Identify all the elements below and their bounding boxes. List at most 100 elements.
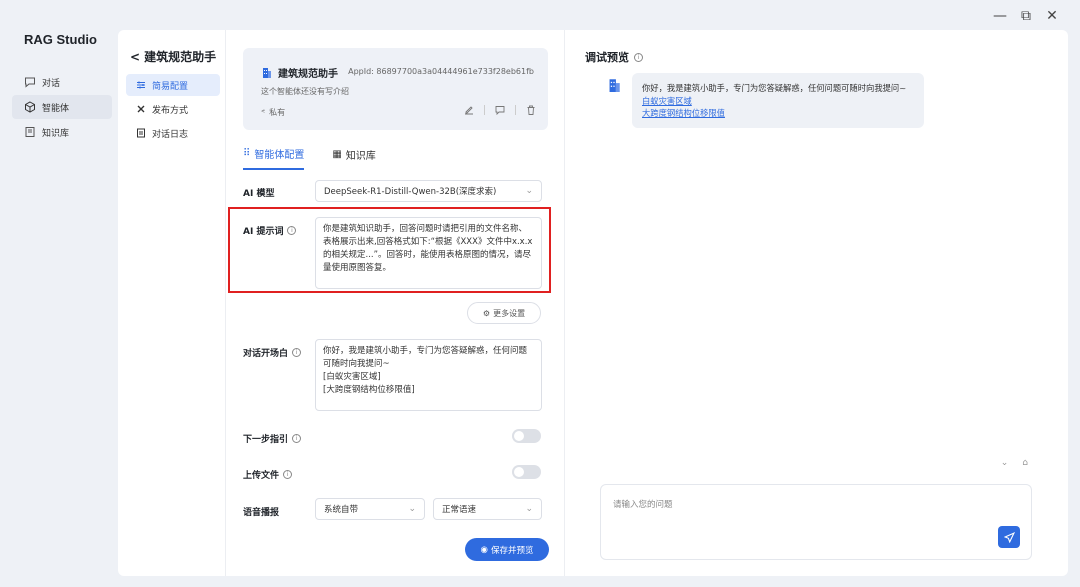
agent-description: 这个智能体还没有写介绍	[261, 87, 349, 96]
tab-label: 知识库	[345, 151, 376, 162]
model-label: AI 模型	[243, 186, 274, 199]
window-controls: — ⧉ ✕	[992, 8, 1060, 24]
chevron-down-icon: ⌄	[525, 186, 533, 196]
close-button[interactable]: ✕	[1044, 8, 1060, 24]
sidebar-item-label: 对话	[42, 78, 61, 89]
building-icon	[263, 68, 271, 78]
chevron-down-icon: ⌄	[525, 504, 533, 514]
prompt-label-text: AI 提示词	[243, 227, 284, 237]
sidebar-item-label: 知识库	[42, 128, 70, 139]
upload-label-text: 上传文件	[243, 471, 280, 481]
chat-input-box[interactable]: 请输入您的问题	[600, 484, 1032, 560]
subnav-item-label: 对话日志	[152, 129, 189, 140]
voice-label-text: 语音播报	[243, 508, 280, 518]
send-button[interactable]	[998, 526, 1020, 548]
eye-icon: ◉	[480, 544, 488, 555]
clear-icon[interactable]: ⌂	[1022, 458, 1028, 468]
log-icon	[137, 128, 145, 138]
back-button[interactable]: < 建筑规范助手	[130, 48, 216, 65]
tab-agent-config[interactable]: ⠿ 智能体配置	[243, 146, 305, 170]
grid-icon: ⠿	[243, 148, 251, 159]
more-settings-button[interactable]: ⚙ 更多设置	[467, 302, 541, 324]
subnav-item-chat-log[interactable]: 对话日志	[126, 122, 220, 144]
suggested-question-link[interactable]: 大跨度钢结构位移限值	[642, 107, 914, 120]
model-select-value: DeepSeek-R1-Distill-Qwen-32B(深度求索)	[324, 187, 497, 197]
edit-icon[interactable]	[464, 105, 474, 115]
app-id: AppId: 86897700a3a04444961e733f28eb61fb	[348, 67, 534, 76]
voice-source-value: 系统自带	[324, 505, 359, 515]
chevron-left-icon: <	[130, 49, 141, 64]
gear-icon: ⚙	[482, 308, 491, 318]
subnav-item-simple-config[interactable]: 简易配置	[126, 74, 220, 96]
maximize-button[interactable]: ⧉	[1018, 8, 1034, 24]
sliders-icon	[137, 81, 145, 89]
divider	[515, 105, 516, 115]
greeting-text: 你好，我是建筑小助手，专门为您答疑解惑，任何问题可随时向我提问~	[642, 83, 907, 93]
divider	[484, 105, 485, 115]
info-icon: i	[287, 226, 297, 235]
next-step-label: 下一步指引 i	[243, 432, 302, 445]
next-step-toggle[interactable]	[512, 429, 541, 443]
sidebar-item-label: 智能体	[42, 103, 70, 114]
subnav-item-label: 简易配置	[152, 81, 189, 92]
info-icon: i	[292, 434, 302, 443]
tab-knowledge[interactable]: ▦ 知识库	[332, 146, 375, 170]
suggested-question-link[interactable]: 白蚁灾害区域	[642, 95, 914, 108]
prompt-label: AI 提示词 i	[243, 224, 297, 237]
save-preview-button[interactable]: ◉ 保存并预览	[465, 538, 549, 561]
upload-label: 上传文件 i	[243, 468, 293, 481]
preview-title-row: 调试预览 i	[585, 49, 643, 65]
chat-icon	[25, 77, 35, 88]
config-column: 建筑规范助手 AppId: 86897700a3a04444961e733f28…	[226, 30, 565, 576]
chat-input[interactable]: 请输入您的问题	[613, 498, 673, 510]
info-icon: i	[292, 348, 302, 357]
trash-icon[interactable]	[526, 105, 536, 115]
sidebar-item-agent[interactable]: 智能体	[12, 95, 112, 119]
table-icon: ▦	[332, 149, 342, 160]
bot-message: 你好，我是建筑小助手，专门为您答疑解惑，任何问题可随时向我提问~ 白蚁灾害区域 …	[632, 73, 924, 128]
share-icon	[137, 105, 145, 113]
prompt-textarea[interactable]: 你是建筑知识助手，回答问题时请把引用的文件名称、表格展示出来,回答格式如下:“根…	[315, 217, 542, 289]
app-title: RAG Studio	[24, 32, 97, 47]
subnav-item-publish[interactable]: 发布方式	[126, 98, 220, 120]
book-icon	[25, 127, 35, 137]
agent-name-row: 建筑规范助手	[261, 65, 338, 80]
card-actions	[464, 105, 536, 115]
visibility-icon: ᕝ	[261, 108, 266, 117]
voice-label: 语音播报	[243, 505, 279, 518]
info-icon: i	[634, 52, 643, 62]
workspace-panel: < 建筑规范助手 简易配置 发布方式 对话日志 建筑规范助手 AppId: 86…	[118, 30, 1068, 576]
opening-label: 对话开场白 i	[243, 346, 302, 359]
preview-tools: ⌄ ⌂	[1001, 458, 1028, 468]
chevron-down-icon: ⌄	[408, 504, 416, 514]
chevron-down-icon[interactable]: ⌄	[1001, 458, 1009, 468]
agent-title: 建筑规范助手	[144, 50, 217, 64]
model-label-text: AI 模型	[243, 189, 275, 199]
next-step-label-text: 下一步指引	[243, 435, 289, 445]
agent-subnav: < 建筑规范助手 简易配置 发布方式 对话日志	[118, 30, 226, 576]
voice-speed-select[interactable]: 正常语速 ⌄	[433, 498, 542, 520]
cube-icon	[25, 101, 35, 113]
bot-avatar-icon	[609, 79, 620, 92]
tab-label: 智能体配置	[254, 150, 305, 161]
minimize-button[interactable]: —	[992, 8, 1008, 24]
agent-name: 建筑规范助手	[278, 69, 338, 80]
voice-source-select[interactable]: 系统自带 ⌄	[315, 498, 425, 520]
voice-speed-value: 正常语速	[442, 505, 477, 515]
sidebar-item-chat[interactable]: 对话	[12, 70, 112, 94]
visibility-text: 私有	[269, 108, 286, 117]
sidebar-item-knowledge[interactable]: 知识库	[12, 120, 112, 144]
upload-toggle[interactable]	[512, 465, 541, 479]
visibility-label: ᕝ 私有	[261, 107, 285, 118]
model-select[interactable]: DeepSeek-R1-Distill-Qwen-32B(深度求索) ⌄	[315, 180, 542, 202]
preview-title: 调试预览	[585, 51, 629, 64]
opening-label-text: 对话开场白	[243, 349, 289, 359]
agent-card: 建筑规范助手 AppId: 86897700a3a04444961e733f28…	[243, 48, 548, 130]
preview-panel: 调试预览 i 你好，我是建筑小助手，专门为您答疑解惑，任何问题可随时向我提问~ …	[565, 30, 1068, 576]
subnav-item-label: 发布方式	[152, 105, 189, 116]
main-sidebar: RAG Studio 对话 智能体 知识库	[0, 0, 118, 587]
opening-textarea[interactable]: 你好，我是建筑小助手，专门为您答疑解惑，任何问题可随时向我提问~ [白蚁灾害区域…	[315, 339, 542, 411]
config-tabs: ⠿ 智能体配置 ▦ 知识库	[243, 146, 376, 170]
comment-icon[interactable]	[495, 105, 505, 115]
save-preview-label: 保存并预览	[490, 545, 534, 556]
